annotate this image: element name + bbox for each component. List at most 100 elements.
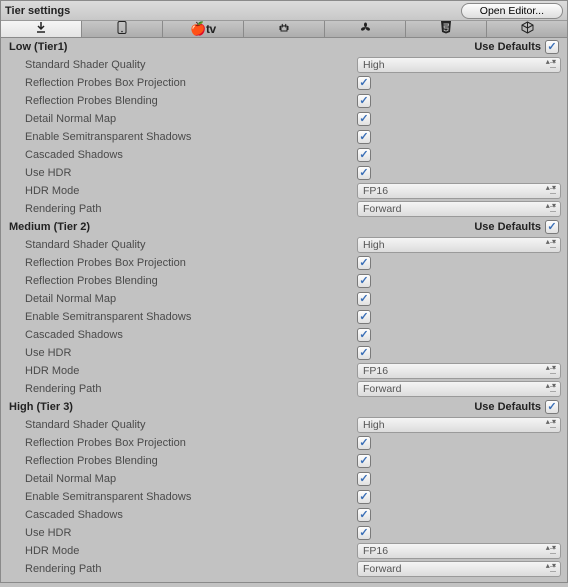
tab-download[interactable] — [1, 21, 82, 37]
setting-control — [357, 166, 561, 180]
setting-select[interactable]: Forward▴ ▾ — [357, 561, 561, 577]
setting-control: High▴ ▾ — [357, 237, 561, 253]
phone-icon — [117, 21, 127, 37]
chevron-updown-icon: ▴ ▾ — [546, 203, 556, 209]
setting-row: HDR ModeFP16▴ ▾ — [7, 542, 561, 560]
chevron-updown-icon: ▴ ▾ — [546, 563, 556, 569]
setting-control — [357, 292, 561, 306]
setting-row: Rendering PathForward▴ ▾ — [7, 380, 561, 398]
setting-checkbox[interactable] — [357, 328, 371, 342]
panel-title: Tier settings — [5, 5, 70, 17]
setting-control — [357, 328, 561, 342]
setting-select[interactable]: Forward▴ ▾ — [357, 381, 561, 397]
setting-control: Forward▴ ▾ — [357, 381, 561, 397]
setting-control — [357, 130, 561, 144]
tier-settings-panel: Tier settings Open Editor... 🍎tv Low (Ti… — [0, 0, 568, 583]
use-defaults-checkbox[interactable] — [545, 400, 559, 414]
setting-checkbox[interactable] — [357, 346, 371, 360]
use-defaults[interactable]: Use Defaults — [474, 400, 559, 414]
setting-label: Enable Semitransparent Shadows — [25, 491, 357, 503]
tab-fan[interactable] — [325, 21, 406, 37]
setting-row: Detail Normal Map — [7, 290, 561, 308]
setting-row: Standard Shader QualityHigh▴ ▾ — [7, 236, 561, 254]
use-defaults[interactable]: Use Defaults — [474, 220, 559, 234]
setting-label: Standard Shader Quality — [25, 59, 357, 71]
fan-icon — [359, 21, 372, 37]
chevron-updown-icon: ▴ ▾ — [546, 545, 556, 551]
setting-control: FP16▴ ▾ — [357, 183, 561, 199]
setting-control — [357, 454, 561, 468]
setting-checkbox[interactable] — [357, 436, 371, 450]
use-defaults-label: Use Defaults — [474, 41, 541, 53]
chevron-updown-icon: ▴ ▾ — [546, 185, 556, 191]
setting-label: Detail Normal Map — [25, 113, 357, 125]
setting-row: Cascaded Shadows — [7, 506, 561, 524]
setting-label: HDR Mode — [25, 185, 357, 197]
setting-checkbox[interactable] — [357, 130, 371, 144]
setting-label: Standard Shader Quality — [25, 419, 357, 431]
setting-row: Enable Semitransparent Shadows — [7, 308, 561, 326]
setting-checkbox[interactable] — [357, 454, 371, 468]
tier-title: High (Tier 3) — [9, 401, 73, 413]
chevron-updown-icon: ▴ ▾ — [546, 365, 556, 371]
use-defaults-checkbox[interactable] — [545, 220, 559, 234]
setting-label: Reflection Probes Box Projection — [25, 437, 357, 449]
setting-checkbox[interactable] — [357, 274, 371, 288]
tab-cube[interactable] — [487, 21, 567, 37]
setting-label: Rendering Path — [25, 203, 357, 215]
setting-checkbox[interactable] — [357, 76, 371, 90]
tab-appletv[interactable]: 🍎tv — [163, 21, 244, 37]
use-defaults[interactable]: Use Defaults — [474, 40, 559, 54]
setting-checkbox[interactable] — [357, 112, 371, 126]
setting-control: High▴ ▾ — [357, 57, 561, 73]
setting-select[interactable]: High▴ ▾ — [357, 417, 561, 433]
setting-checkbox[interactable] — [357, 166, 371, 180]
tab-phone[interactable] — [82, 21, 163, 37]
setting-select[interactable]: Forward▴ ▾ — [357, 201, 561, 217]
setting-label: Reflection Probes Blending — [25, 95, 357, 107]
setting-row: Reflection Probes Blending — [7, 452, 561, 470]
setting-label: Use HDR — [25, 347, 357, 359]
setting-control — [357, 508, 561, 522]
setting-select[interactable]: High▴ ▾ — [357, 237, 561, 253]
tier-title: Low (Tier1) — [9, 41, 67, 53]
setting-select[interactable]: FP16▴ ▾ — [357, 363, 561, 379]
setting-checkbox[interactable] — [357, 256, 371, 270]
tab-html5[interactable] — [406, 21, 487, 37]
setting-checkbox[interactable] — [357, 148, 371, 162]
tier-header: Medium (Tier 2)Use Defaults — [7, 218, 561, 236]
setting-checkbox[interactable] — [357, 94, 371, 108]
setting-row: Enable Semitransparent Shadows — [7, 488, 561, 506]
setting-control — [357, 94, 561, 108]
android-icon — [278, 22, 290, 37]
setting-row: Standard Shader QualityHigh▴ ▾ — [7, 416, 561, 434]
setting-control: High▴ ▾ — [357, 417, 561, 433]
setting-row: Reflection Probes Blending — [7, 92, 561, 110]
chevron-updown-icon: ▴ ▾ — [546, 59, 556, 65]
setting-row: Use HDR — [7, 344, 561, 362]
setting-checkbox[interactable] — [357, 526, 371, 540]
setting-row: HDR ModeFP16▴ ▾ — [7, 362, 561, 380]
chevron-updown-icon: ▴ ▾ — [546, 239, 556, 245]
setting-checkbox[interactable] — [357, 490, 371, 504]
setting-control — [357, 346, 561, 360]
setting-select[interactable]: High▴ ▾ — [357, 57, 561, 73]
open-editor-button[interactable]: Open Editor... — [461, 3, 563, 19]
setting-checkbox[interactable] — [357, 508, 371, 522]
setting-checkbox[interactable] — [357, 292, 371, 306]
use-defaults-checkbox[interactable] — [545, 40, 559, 54]
setting-label: HDR Mode — [25, 545, 357, 557]
setting-label: Rendering Path — [25, 383, 357, 395]
setting-control — [357, 76, 561, 90]
setting-row: Rendering PathForward▴ ▾ — [7, 200, 561, 218]
tab-android[interactable] — [244, 21, 325, 37]
html5-icon — [440, 21, 452, 37]
setting-select[interactable]: FP16▴ ▾ — [357, 183, 561, 199]
setting-control: FP16▴ ▾ — [357, 363, 561, 379]
setting-checkbox[interactable] — [357, 310, 371, 324]
setting-select[interactable]: FP16▴ ▾ — [357, 543, 561, 559]
setting-label: Use HDR — [25, 167, 357, 179]
setting-checkbox[interactable] — [357, 472, 371, 486]
tier-header: Low (Tier1) Use Defaults — [7, 38, 561, 56]
tier-header: High (Tier 3) Use Defaults — [7, 398, 561, 416]
